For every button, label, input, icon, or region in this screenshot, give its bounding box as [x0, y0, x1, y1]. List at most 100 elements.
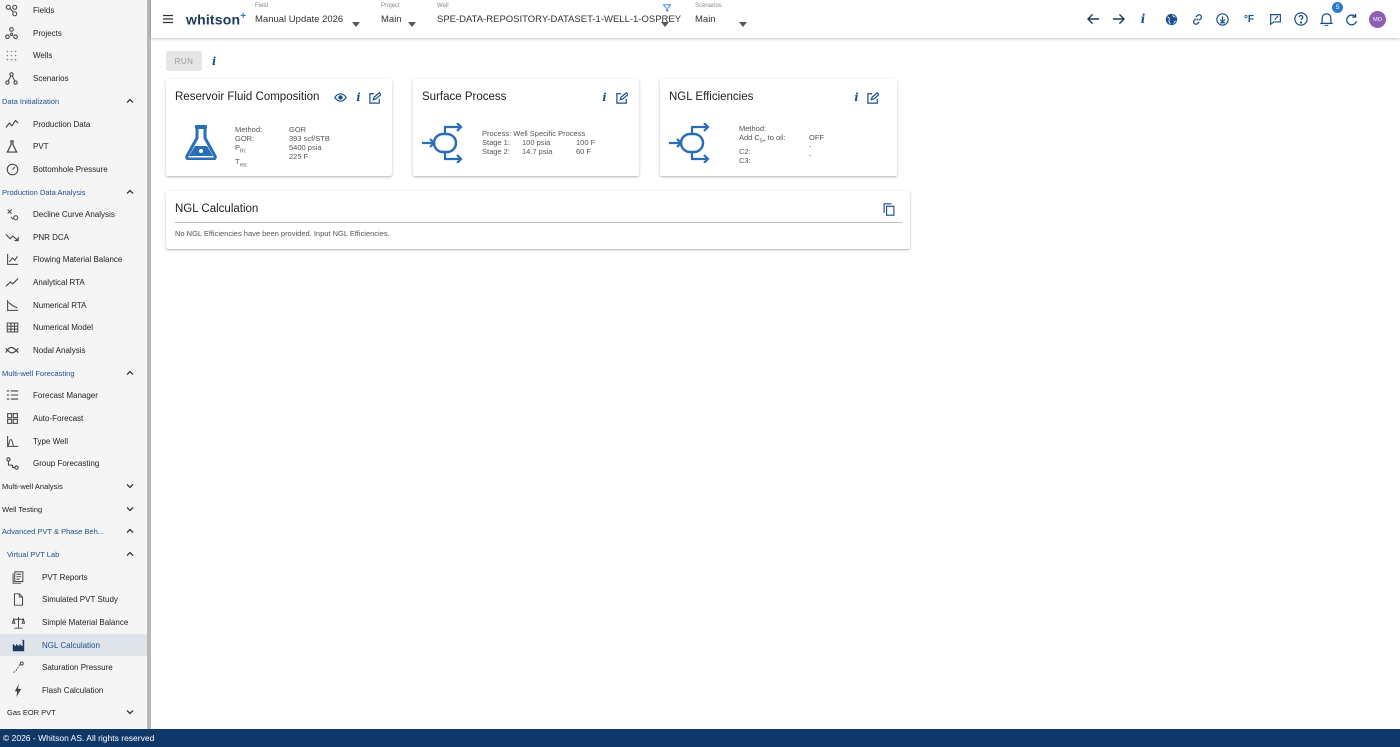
back-arrow-icon[interactable]	[1085, 11, 1101, 27]
sidebar-item-fields[interactable]: Fields	[0, 0, 147, 21]
value-gor: 393 scf/STB	[289, 134, 330, 143]
nodal-curves-icon	[4, 342, 20, 358]
sidebar-item-label: Projects	[33, 28, 62, 38]
sidebar-item-label: Scenarios	[33, 73, 69, 83]
info-icon[interactable]: i	[1135, 11, 1151, 27]
sidebar-item-decline-curve-analysis[interactable]: Decline Curve Analysis	[0, 203, 147, 225]
sidebar-item-flowing-material-balance[interactable]: Flowing Material Balance	[0, 248, 147, 270]
sidebar-item-simple-material-balance[interactable]: Simple Material Balance	[0, 611, 147, 633]
section-well-testing[interactable]: Well Testing	[0, 498, 147, 520]
scenarios-selector[interactable]: Scenarios Main	[695, 3, 755, 27]
unit-toggle-button[interactable]: °F	[1240, 11, 1258, 27]
section-production-data-analysis[interactable]: Production Data Analysis	[0, 181, 147, 203]
notifications-bell-icon[interactable]	[1318, 11, 1334, 27]
well-label: Well	[437, 3, 449, 9]
flask-icon	[185, 125, 217, 160]
info-icon[interactable]: i	[850, 91, 863, 104]
group-path-icon	[4, 455, 20, 471]
forward-arrow-icon[interactable]	[1110, 11, 1126, 27]
user-avatar[interactable]: MO	[1369, 11, 1386, 28]
gauge-icon	[4, 161, 20, 177]
key-c3: C3:	[739, 155, 751, 165]
section-virtual-pvt-lab[interactable]: Virtual PVT Lab	[0, 543, 147, 565]
sidebar-item-production-data[interactable]: Production Data	[0, 113, 147, 135]
sidebar-item-numerical-model[interactable]: Numerical Model	[0, 316, 147, 338]
chevron-up-icon	[126, 189, 134, 194]
chevron-down-icon	[126, 710, 134, 715]
trending-down-icon	[4, 229, 20, 245]
feedback-icon[interactable]	[1267, 11, 1283, 27]
section-advanced-pvt[interactable]: Advanced PVT & Phase Beh...	[0, 520, 147, 542]
sidebar-item-numerical-rta[interactable]: Numerical RTA	[0, 294, 147, 316]
section-label: Well Testing	[2, 504, 43, 514]
card-title: Surface Process	[422, 91, 507, 103]
sidebar-item-saturation-pressure[interactable]: Saturation Pressure	[0, 656, 147, 678]
edit-icon[interactable]	[615, 91, 628, 104]
wells-icon	[3, 47, 19, 63]
sidebar-item-group-forecasting[interactable]: Group Forecasting	[0, 452, 147, 474]
run-button[interactable]: RUN	[166, 51, 202, 71]
card-title: NGL Calculation	[175, 203, 259, 215]
sidebar-item-scenarios[interactable]: Scenarios	[0, 67, 147, 89]
section-data-initialization[interactable]: Data Initialization	[0, 90, 147, 112]
sidebar-item-analytical-rta[interactable]: Analytical RTA	[0, 271, 147, 293]
edit-icon[interactable]	[866, 91, 879, 104]
sidebar-item-nodal-analysis[interactable]: Nodal Analysis	[0, 339, 147, 361]
field-value: Manual Update 2026	[255, 14, 344, 25]
app-logo[interactable]: whitson+	[186, 11, 246, 28]
refresh-icon[interactable]	[1343, 11, 1359, 27]
sidebar-item-bottomhole-pressure[interactable]: Bottomhole Pressure	[0, 158, 147, 180]
sidebar-item-label: Numerical Model	[33, 322, 94, 332]
globe-icon[interactable]	[1163, 11, 1179, 27]
sidebar-item-ngl-calculation[interactable]: NGL Calculation	[0, 634, 147, 656]
sidebar-item-type-well[interactable]: Type Well	[0, 430, 147, 452]
dropdown-arrow-icon	[408, 22, 416, 27]
sidebar-item-flash-calculation[interactable]: Flash Calculation	[0, 679, 147, 701]
sidebar-item-pnr-dca[interactable]: PNR DCA	[0, 226, 147, 248]
sidebar-item-pvt[interactable]: PVT	[0, 135, 147, 157]
key-c2: C2:	[739, 146, 751, 156]
flask-icon	[4, 138, 20, 154]
value-c2: -	[809, 142, 812, 151]
menu-icon[interactable]	[162, 13, 174, 25]
sidebar-item-label: NGL Calculation	[42, 640, 100, 650]
stage-pressures: 100 psia 14.7 psia	[522, 138, 553, 156]
stage-names: Stage 1: Stage 2:	[482, 138, 510, 156]
sidebar-item-simulated-pvt-study[interactable]: Simulated PVT Study	[0, 588, 147, 610]
section-multi-well-forecasting[interactable]: Multi-well Forecasting	[0, 362, 147, 384]
sidebar-scrollbar[interactable]	[147, 0, 151, 729]
sidebar-item-label: Auto-Forecast	[33, 413, 84, 423]
sidebar-item-label: PVT	[33, 141, 49, 151]
eye-icon[interactable]	[334, 91, 347, 104]
well-selector[interactable]: Well SPE-DATA-REPOSITORY-DATASET-1-WELL-…	[437, 3, 681, 27]
sidebar-item-projects[interactable]: Projects	[0, 22, 147, 44]
link-icon[interactable]	[1189, 11, 1205, 27]
section-label: Gas EOR PVT	[7, 707, 56, 717]
key-gor: GOR:	[235, 134, 255, 143]
chevron-up-icon	[126, 551, 134, 556]
info-icon[interactable]: i	[212, 55, 216, 68]
fields-icon	[3, 2, 19, 18]
sidebar-item-label: Group Forecasting	[33, 458, 100, 468]
field-selector[interactable]: Field Manual Update 2026	[255, 3, 365, 27]
section-gas-eor-pvt[interactable]: Gas EOR PVT	[0, 701, 147, 723]
copy-icon[interactable]	[882, 203, 895, 216]
sidebar-item-wells[interactable]: Wells	[0, 44, 147, 66]
ngl-eff-keys: Method: Add C5+ to oil: C2: C3:	[739, 124, 786, 165]
sidebar-item-forecast-manager[interactable]: Forecast Manager	[0, 384, 147, 406]
sidebar-item-pvt-reports[interactable]: PVT Reports	[0, 566, 147, 588]
info-icon[interactable]: i	[598, 91, 611, 104]
sidebar-item-auto-forecast[interactable]: Auto-Forecast	[0, 407, 147, 429]
sidebar-item-label: Decline Curve Analysis	[33, 209, 115, 219]
help-icon[interactable]	[1293, 11, 1309, 27]
sidebar-item-label: Production Data	[33, 119, 91, 129]
filter-icon[interactable]	[663, 4, 671, 12]
project-label: Project	[381, 3, 400, 9]
edit-icon[interactable]	[368, 91, 381, 104]
info-icon[interactable]: i	[352, 91, 365, 104]
section-multi-well-analysis[interactable]: Multi-well Analysis	[0, 475, 147, 497]
project-selector[interactable]: Project Main	[381, 3, 421, 27]
download-icon[interactable]	[1214, 11, 1230, 27]
chevron-up-icon	[126, 98, 134, 103]
sidebar-item-label: Analytical RTA	[33, 277, 85, 287]
